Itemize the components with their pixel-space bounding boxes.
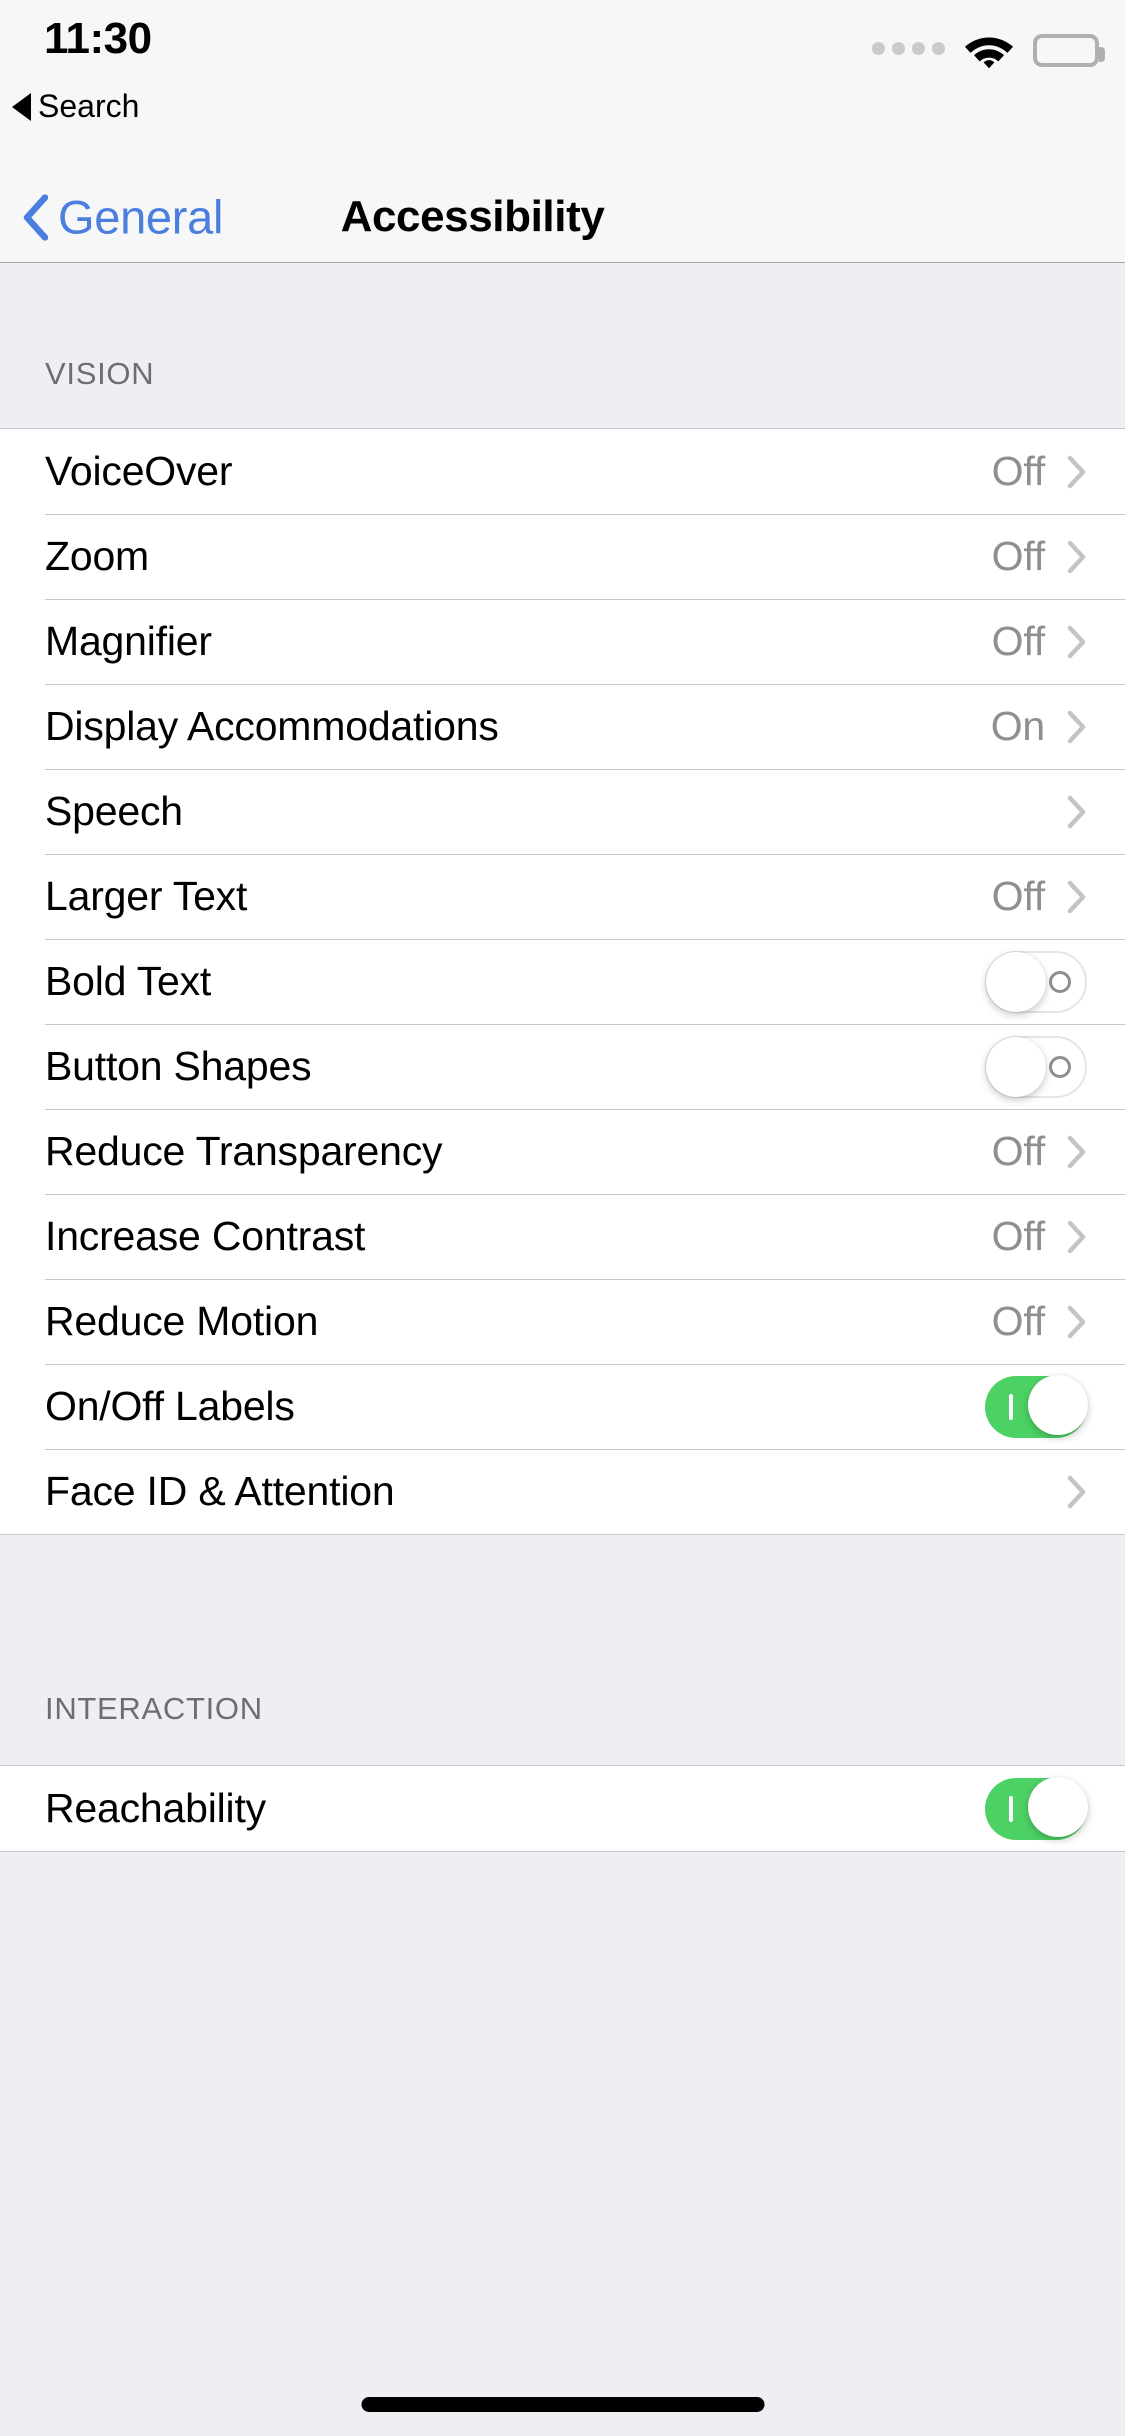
chevron-right-icon [1067, 1220, 1086, 1253]
settings-row-label: Larger Text [45, 873, 248, 919]
chevron-right-icon [1067, 1135, 1086, 1168]
settings-row[interactable]: Magnifier Off [0, 599, 1125, 684]
settings-row-label: Reachability [45, 1785, 266, 1831]
settings-row-label: Zoom [45, 533, 150, 579]
settings-row[interactable]: Zoom Off [0, 514, 1125, 599]
chevron-right-icon [1067, 1475, 1086, 1508]
section-header: INTERACTION [45, 1691, 263, 1726]
status-bar-back-label: Search [38, 88, 140, 124]
toggle-off-icon[interactable] [985, 950, 1087, 1013]
settings-row-accessory: Off [992, 873, 1087, 920]
status-bar-indicators [872, 28, 1105, 72]
settings-row-accessory: Off [992, 533, 1087, 580]
settings-row-label: Button Shapes [45, 1043, 312, 1089]
settings-row-value: On [990, 703, 1045, 749]
settings-row-value: Off [991, 873, 1046, 919]
settings-row-label: On/Off Labels [45, 1383, 295, 1429]
chevron-right-icon [1067, 625, 1086, 658]
settings-row[interactable]: Bold Text [0, 939, 1125, 1024]
wifi-icon [965, 37, 1013, 69]
settings-row[interactable]: Reachability [0, 1766, 1125, 1851]
settings-row[interactable]: VoiceOver Off [0, 429, 1125, 514]
settings-row-label: Reduce Transparency [45, 1128, 443, 1174]
settings-row-label: Display Accommodations [45, 703, 499, 749]
toggle-on-icon[interactable] [985, 1776, 1088, 1840]
settings-row[interactable]: Display Accommodations On [0, 684, 1125, 769]
iphone-screen: 11:30 Search General Accessibility VISIO… [0, 0, 1125, 2436]
settings-row[interactable]: Reduce Motion Off [0, 1279, 1125, 1364]
settings-row-accessory [985, 950, 1087, 1013]
toggle-knob [1028, 1374, 1088, 1435]
status-bar-back-to-search[interactable]: Search [12, 88, 139, 125]
settings-row-value: Off [991, 618, 1046, 664]
settings-group: Reachability [0, 1765, 1125, 1852]
status-bar: 11:30 Search [0, 0, 1125, 172]
toggle-off-label-icon [1049, 1055, 1071, 1078]
settings-row-accessory: Off [992, 618, 1087, 665]
status-bar-clock: 11:30 [44, 14, 152, 63]
toggle-off-label-icon [1049, 970, 1071, 993]
chevron-right-icon [1067, 710, 1086, 743]
toggle-off-icon[interactable] [985, 1035, 1087, 1098]
settings-row-value: Off [991, 448, 1046, 494]
toggle-on-icon[interactable] [985, 1374, 1088, 1438]
settings-row[interactable]: Reduce Transparency Off [0, 1109, 1125, 1194]
settings-row-label: Magnifier [45, 618, 212, 664]
home-indicator[interactable] [361, 2397, 764, 2412]
settings-row-accessory [985, 1035, 1087, 1098]
settings-row[interactable]: Increase Contrast Off [0, 1194, 1125, 1279]
chevron-right-icon [1067, 455, 1086, 488]
page-title: Accessibility [340, 192, 605, 241]
settings-row[interactable]: On/Off Labels [0, 1364, 1125, 1449]
settings-row-value: Off [991, 1213, 1046, 1259]
toggle-on-label-icon [1009, 1393, 1013, 1420]
settings-row-accessory: On [991, 703, 1087, 750]
settings-row-label: Reduce Motion [45, 1298, 319, 1344]
settings-row-accessory: Off [992, 1128, 1087, 1175]
settings-row-accessory: Off [992, 1298, 1087, 1345]
settings-row-value: Off [991, 1298, 1046, 1344]
chevron-right-icon [1067, 1305, 1086, 1338]
settings-row-value: Off [991, 533, 1046, 579]
chevron-right-icon [1067, 880, 1086, 913]
settings-row-label: Increase Contrast [45, 1213, 366, 1259]
settings-row-accessory: Off [992, 448, 1087, 495]
settings-row-label: Speech [45, 788, 183, 834]
settings-row-accessory: Off [992, 1213, 1087, 1260]
chevron-right-icon [1067, 795, 1086, 828]
settings-scroll-view[interactable]: VISION VoiceOver Off Zoom Off Magnifier Off Dis… [0, 263, 1125, 2436]
settings-row-label: Face ID & Attention [45, 1468, 395, 1514]
settings-row[interactable]: Button Shapes [0, 1024, 1125, 1109]
settings-row[interactable]: Speech [0, 769, 1125, 854]
settings-row-label: Bold Text [45, 958, 212, 1004]
triangle-left-icon [12, 92, 31, 121]
settings-row-label: VoiceOver [45, 448, 233, 494]
toggle-knob [986, 1036, 1046, 1097]
settings-row-accessory [985, 1374, 1088, 1438]
battery-full-icon [1033, 33, 1105, 67]
settings-row-accessory [1067, 795, 1087, 829]
section-header: VISION [45, 356, 155, 391]
signal-dots-icon [872, 42, 945, 58]
toggle-knob [986, 951, 1046, 1012]
settings-row[interactable]: Larger Text Off [0, 854, 1125, 939]
toggle-on-label-icon [1009, 1795, 1013, 1822]
settings-row-accessory [1067, 1475, 1087, 1509]
settings-row[interactable]: Face ID & Attention [0, 1449, 1125, 1534]
settings-group: VoiceOver Off Zoom Off Magnifier Off Display A… [0, 428, 1125, 1535]
settings-row-value: Off [991, 1128, 1046, 1174]
chevron-right-icon [1067, 540, 1086, 573]
settings-row-accessory [985, 1776, 1088, 1840]
toggle-knob [1028, 1776, 1088, 1837]
navigation-bar: General Accessibility [0, 172, 1125, 263]
